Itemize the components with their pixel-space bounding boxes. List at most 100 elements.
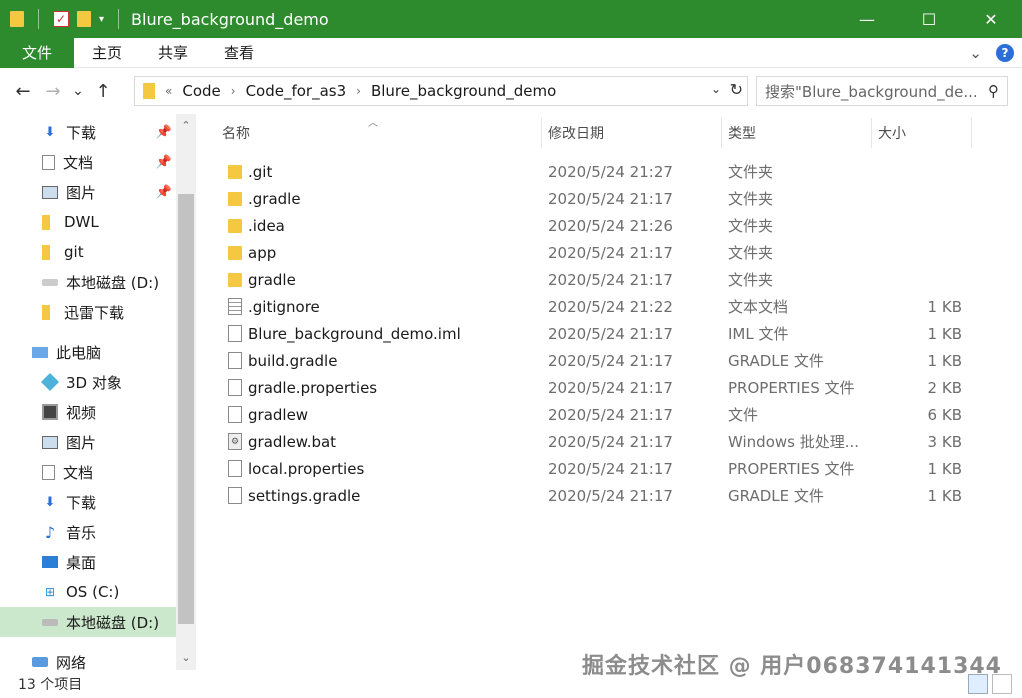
picture-icon xyxy=(42,185,58,199)
sidebar-item-pictures[interactable]: 图片 xyxy=(0,427,176,457)
column-header-size[interactable]: 大小 xyxy=(872,118,972,148)
sidebar-scrollbar[interactable]: ⌃ ⌄ xyxy=(176,114,196,670)
breadcrumb-overflow[interactable]: « xyxy=(165,84,172,98)
file-type: IML 文件 xyxy=(728,325,789,343)
customize-toolbar-icon[interactable]: ▾ xyxy=(99,14,104,25)
file-name-label: local.properties xyxy=(248,459,365,478)
file-type: 文件夹 xyxy=(728,163,774,181)
recent-locations-button[interactable]: ⌄ xyxy=(68,76,88,106)
sidebar-item-git[interactable]: git xyxy=(0,237,176,267)
tab-home[interactable]: 主页 xyxy=(74,38,140,68)
table-row[interactable]: .gradle 2020/5/24 21:17 文件夹 xyxy=(196,185,1022,212)
pin-icon[interactable]: 📌 xyxy=(156,155,172,170)
sidebar-item-downloads[interactable]: ⬇ 下载 xyxy=(0,487,176,517)
file-name-label: gradle xyxy=(248,270,296,289)
tab-file[interactable]: 文件 xyxy=(0,37,75,68)
table-row[interactable]: local.properties 2020/5/24 21:17 PROPERTIE… xyxy=(196,455,1022,482)
toolbar-divider xyxy=(118,9,120,29)
window-controls: — ☐ ✕ xyxy=(836,0,1022,38)
forward-button[interactable]: → xyxy=(38,76,68,106)
column-header-date[interactable]: 修改日期 xyxy=(542,118,722,148)
file-date: 2020/5/24 21:17 xyxy=(548,270,673,289)
file-size xyxy=(876,212,962,239)
file-size xyxy=(876,239,962,266)
chevron-right-icon[interactable]: › xyxy=(231,84,236,98)
windows-drive-icon: ⊞ xyxy=(44,585,56,599)
file-date: 2020/5/24 21:17 xyxy=(548,324,673,343)
sidebar-item-drive-d-quick[interactable]: 本地磁盘 (D:) xyxy=(0,267,176,297)
sidebar-item-3d-objects[interactable]: 3D 对象 xyxy=(0,367,176,397)
sidebar-item-label: 文档 xyxy=(63,463,94,482)
sidebar-item-label: 视频 xyxy=(66,403,97,422)
file-name: gradlew.bat xyxy=(226,428,526,455)
table-row[interactable]: gradlew 2020/5/24 21:17 文件 6 KB xyxy=(196,401,1022,428)
table-row[interactable]: gradle.properties 2020/5/24 21:17 PROPERTI… xyxy=(196,374,1022,401)
file-name: .gitignore xyxy=(226,293,526,320)
column-header-type[interactable]: 类型 xyxy=(722,118,872,148)
table-row[interactable]: .gitignore 2020/5/24 21:22 文本文档 1 KB xyxy=(196,293,1022,320)
file-size: 6 KB xyxy=(927,405,962,424)
sidebar-item-this-pc[interactable]: 此电脑 xyxy=(0,337,176,367)
sidebar-item-videos[interactable]: 视频 xyxy=(0,397,176,427)
pin-icon[interactable]: 📌 xyxy=(156,185,172,200)
maximize-button[interactable]: ☐ xyxy=(898,0,960,38)
breadcrumb-code[interactable]: Code xyxy=(182,82,220,100)
sidebar-item-documents-pinned[interactable]: 文档 📌 xyxy=(0,147,176,177)
sidebar-item-pictures-pinned[interactable]: 图片 📌 xyxy=(0,177,176,207)
sidebar-item-downloads-pinned[interactable]: ⬇ 下载 📌 xyxy=(0,117,176,147)
close-button[interactable]: ✕ xyxy=(960,0,1022,38)
table-row[interactable]: gradle 2020/5/24 21:17 文件夹 xyxy=(196,266,1022,293)
sidebar-item-desktop[interactable]: 桌面 xyxy=(0,547,176,577)
table-row[interactable]: Blure_background_demo.iml 2020/5/24 21:17… xyxy=(196,320,1022,347)
sidebar-item-drive-d[interactable]: 本地磁盘 (D:) xyxy=(0,607,176,637)
table-row[interactable]: build.gradle 2020/5/24 21:17 GRADLE 文件 1 KB xyxy=(196,347,1022,374)
sidebar-item-dwl[interactable]: DWL xyxy=(0,207,176,237)
chevron-right-icon[interactable]: › xyxy=(356,84,361,98)
table-row[interactable]: ⚙ gradlew.bat 2020/5/24 21:17 Windows 批处理..… xyxy=(196,428,1022,455)
address-bar[interactable]: « Code › Code_for_as3 › Blure_background… xyxy=(134,76,748,106)
chevron-down-icon[interactable]: ⌄ xyxy=(711,82,721,96)
file-date: 2020/5/24 21:17 xyxy=(548,351,673,370)
sidebar-item-label: 图片 xyxy=(66,183,97,202)
sidebar-item-label: 本地磁盘 (D:) xyxy=(66,273,160,292)
sidebar-item-thunder-downloads[interactable]: 迅雷下载 xyxy=(0,297,176,327)
sidebar-item-label: 本地磁盘 (D:) xyxy=(66,613,160,632)
table-row[interactable]: app 2020/5/24 21:17 文件夹 xyxy=(196,239,1022,266)
file-name: gradlew xyxy=(226,401,526,428)
table-row[interactable]: settings.gradle 2020/5/24 21:17 GRADLE 文件 1… xyxy=(196,482,1022,509)
scroll-up-arrow-icon[interactable]: ⌃ xyxy=(176,116,196,134)
column-header-name[interactable]: 名称 xyxy=(216,118,542,148)
sidebar-item-os-c[interactable]: ⊞ OS (C:) xyxy=(0,577,176,607)
minimize-button[interactable]: — xyxy=(836,0,898,38)
file-type: 文件夹 xyxy=(728,190,774,208)
properties-icon[interactable]: ✓ xyxy=(53,11,69,27)
expand-ribbon-icon[interactable]: ⌄ xyxy=(969,44,982,62)
table-row[interactable]: .git 2020/5/24 21:27 文件夹 xyxy=(196,158,1022,185)
new-folder-icon[interactable] xyxy=(77,11,91,27)
scroll-down-arrow-icon[interactable]: ⌄ xyxy=(176,648,196,666)
file-type: 文件 xyxy=(728,406,759,424)
sidebar-item-music[interactable]: ♪ 音乐 xyxy=(0,517,176,547)
file-name-label: gradle.properties xyxy=(248,378,378,397)
sidebar-item-documents[interactable]: 文档 xyxy=(0,457,176,487)
navigation-pane: ⬇ 下载 📌 文档 📌 图片 📌 DWL git 本地磁盘 (D:) 迅雷下载 … xyxy=(0,114,196,670)
search-input[interactable]: 搜索"Blure_background_de... ⚲ xyxy=(756,76,1008,106)
file-date: 2020/5/24 21:22 xyxy=(548,297,673,316)
refresh-icon[interactable]: ↻ xyxy=(730,80,743,99)
up-button[interactable]: ↑ xyxy=(88,76,118,106)
tab-share[interactable]: 共享 xyxy=(140,38,206,68)
breadcrumb-code-for-as3[interactable]: Code_for_as3 xyxy=(246,82,347,100)
sidebar-item-label: 桌面 xyxy=(66,553,97,572)
sidebar-item-network[interactable]: 网络 xyxy=(0,647,176,670)
table-row[interactable]: .idea 2020/5/24 21:26 文件夹 xyxy=(196,212,1022,239)
window-title: Blure_background_demo xyxy=(131,9,329,29)
help-icon[interactable]: ? xyxy=(996,44,1014,62)
pin-icon[interactable]: 📌 xyxy=(156,125,172,140)
file-size xyxy=(876,158,962,185)
scrollbar-thumb[interactable] xyxy=(178,194,194,624)
breadcrumb-current[interactable]: Blure_background_demo xyxy=(371,82,556,100)
tab-view[interactable]: 查看 xyxy=(206,38,272,68)
file-size: 1 KB xyxy=(927,324,962,343)
back-button[interactable]: ← xyxy=(8,76,38,106)
search-icon[interactable]: ⚲ xyxy=(988,82,999,100)
